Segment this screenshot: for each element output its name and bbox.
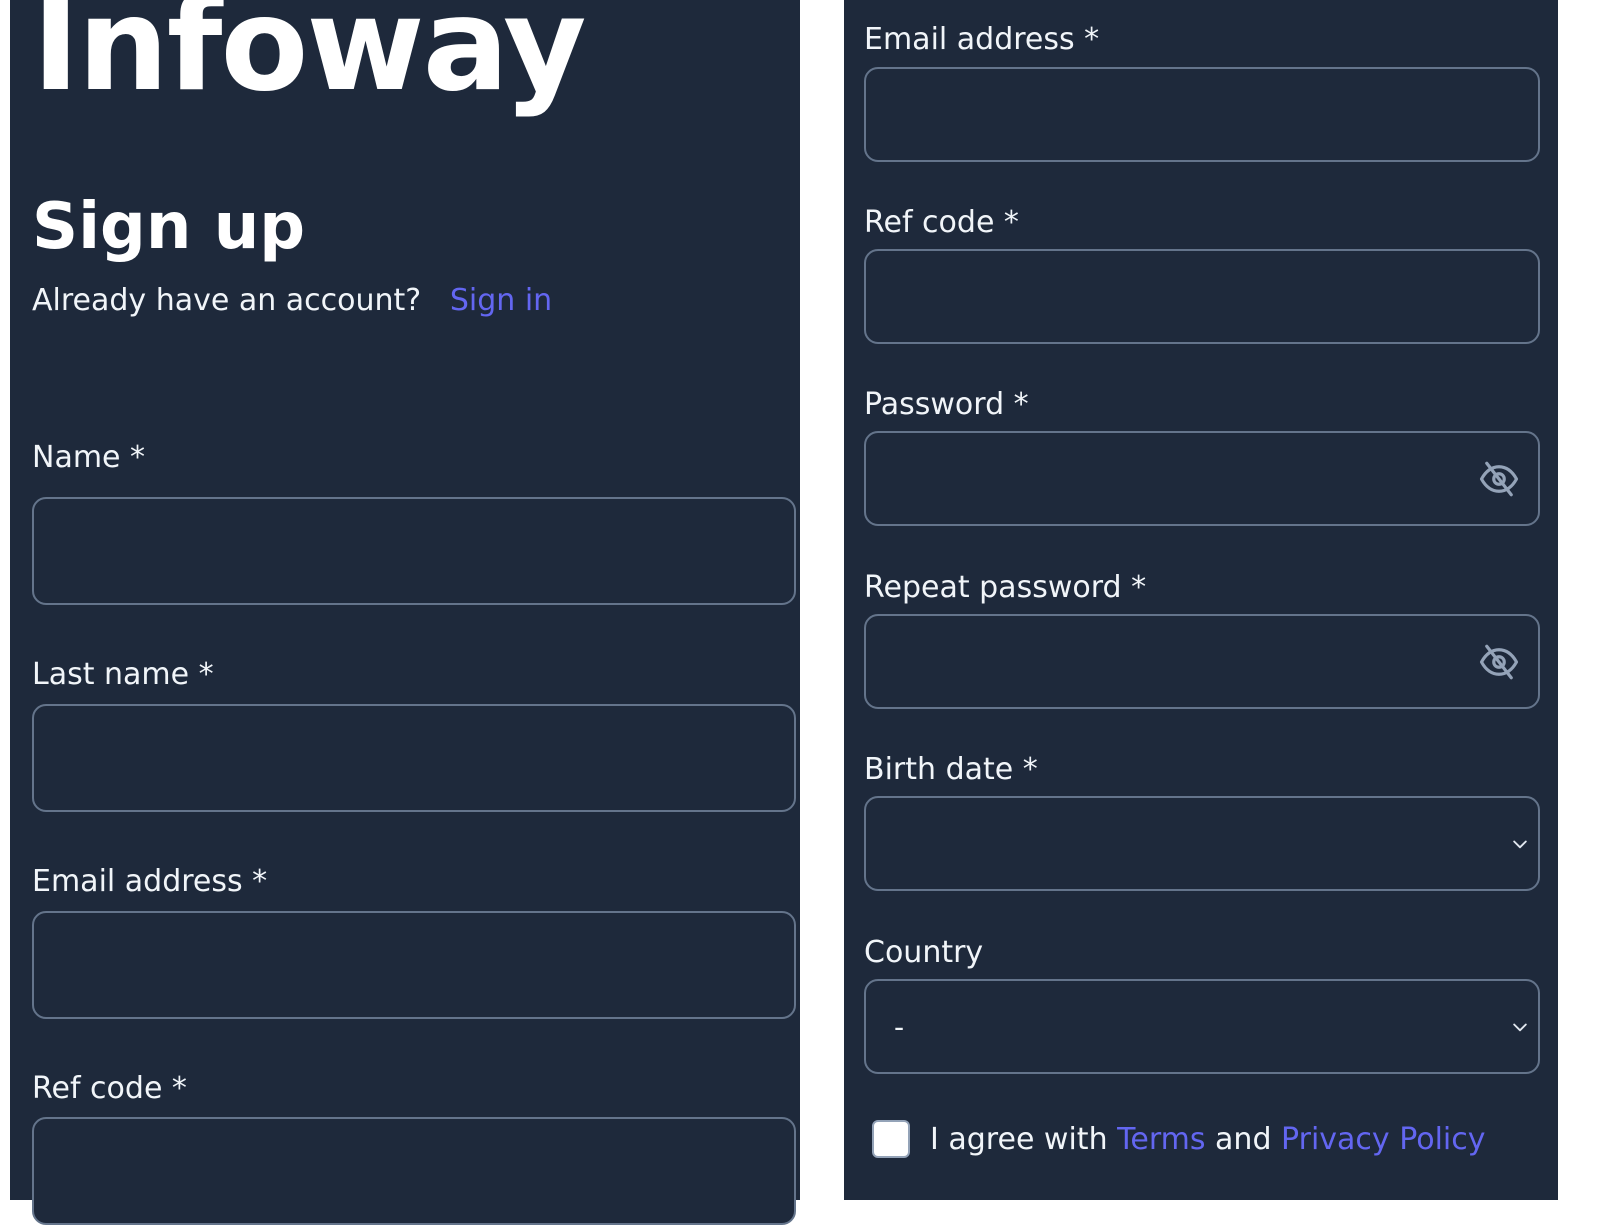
and-text: and [1215, 1121, 1272, 1157]
name-input[interactable] [32, 497, 796, 605]
account-prompt-row: Already have an account? Sign in [32, 283, 552, 319]
last-name-input[interactable] [32, 704, 796, 812]
repeat-password-label: Repeat password * [864, 570, 1147, 605]
ref-code-input-right[interactable] [864, 249, 1540, 344]
ref-code-input-left[interactable] [32, 1117, 796, 1225]
terms-checkbox[interactable] [872, 1120, 910, 1158]
password-field-wrap [844, 431, 1558, 526]
ref-code-label-right: Ref code * [864, 205, 1019, 240]
brand-logo-text: Infoway [32, 0, 586, 120]
password-input[interactable] [864, 431, 1540, 526]
email-input-left[interactable] [32, 911, 796, 1019]
email-label-left: Email address * [32, 864, 268, 899]
name-label: Name * [32, 440, 146, 475]
chevron-down-icon [1513, 1023, 1527, 1031]
chevron-down-icon [1513, 840, 1527, 848]
signup-panel-right: Email address * Ref code * Password * Re… [844, 0, 1558, 1200]
country-value: - [894, 1010, 905, 1043]
birth-date-select[interactable] [864, 796, 1540, 891]
page-title: Sign up [32, 190, 306, 264]
password-label: Password * [864, 387, 1029, 422]
country-label: Country [864, 935, 984, 970]
eye-off-icon[interactable] [1478, 641, 1520, 683]
repeat-password-input[interactable] [864, 614, 1540, 709]
repeat-password-field-wrap [844, 614, 1558, 709]
signup-panel-left: Infoway Sign up Already have an account?… [10, 0, 800, 1225]
terms-link[interactable]: Terms [1117, 1122, 1205, 1157]
ref-code-label-left: Ref code * [32, 1071, 187, 1106]
privacy-policy-link[interactable]: Privacy Policy [1281, 1122, 1485, 1157]
account-prompt-text: Already have an account? [32, 283, 422, 318]
birth-date-label: Birth date * [864, 752, 1038, 787]
sign-in-link[interactable]: Sign in [450, 283, 552, 318]
agree-prefix-text: I agree with [930, 1121, 1108, 1157]
email-label-right: Email address * [864, 22, 1100, 57]
last-name-label: Last name * [32, 657, 214, 692]
terms-agree-row: I agree with Terms and Privacy Policy [872, 1118, 1486, 1160]
email-input-right[interactable] [864, 67, 1540, 162]
country-select[interactable]: - [864, 979, 1540, 1074]
eye-off-icon[interactable] [1478, 458, 1520, 500]
